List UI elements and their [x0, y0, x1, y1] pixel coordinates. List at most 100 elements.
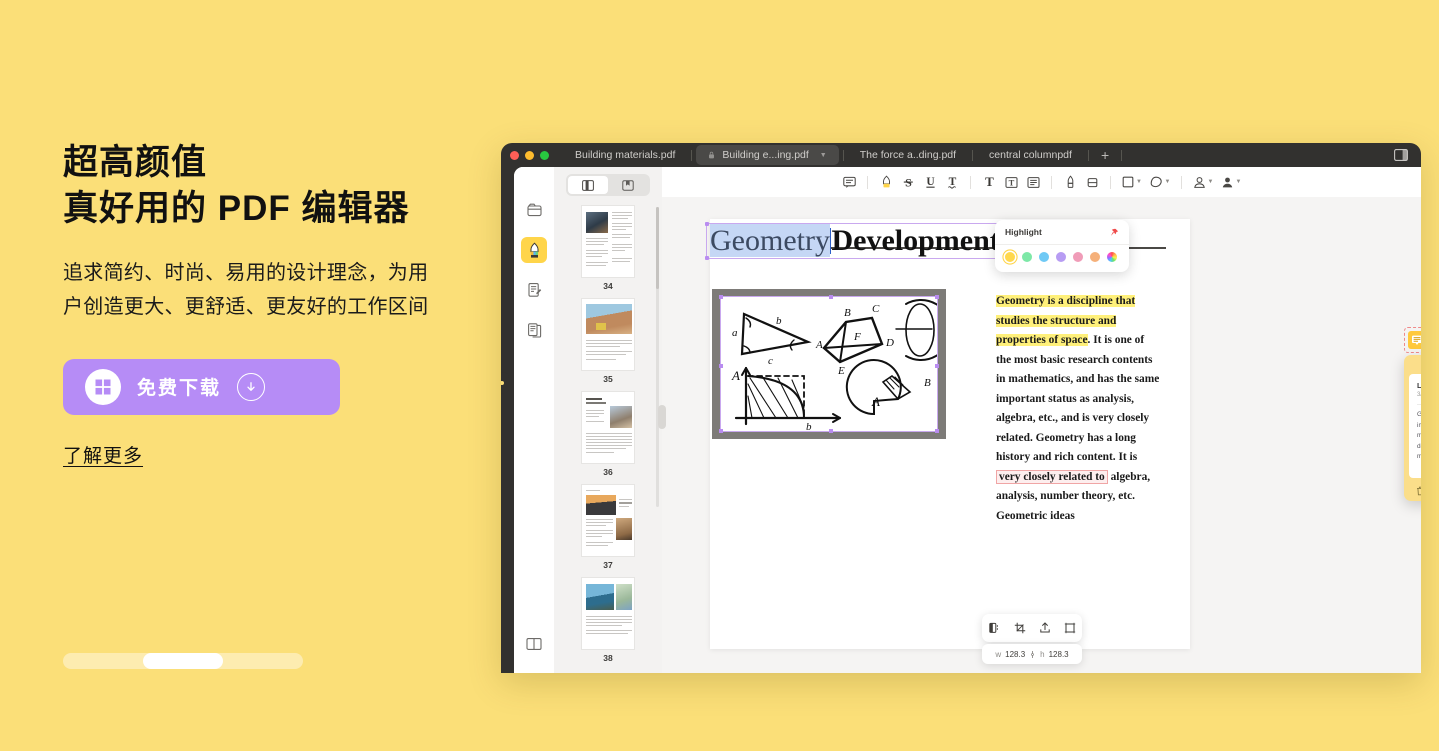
strikethrough-icon[interactable]: S — [897, 171, 919, 193]
aspect-lock-icon[interactable] — [1029, 650, 1036, 659]
window-controls[interactable] — [510, 151, 549, 160]
list-item[interactable]: 36 — [581, 391, 635, 484]
page-thumbnail[interactable] — [581, 484, 635, 557]
sidebar-item-folder[interactable] — [521, 197, 547, 223]
tab-the-force[interactable]: The force a..ding.pdf — [844, 143, 972, 167]
crop-icon[interactable] — [1010, 618, 1030, 638]
chevron-down-icon[interactable]: ▼ — [820, 152, 827, 159]
pager-dot-1[interactable] — [63, 653, 143, 669]
list-item[interactable]: 37 — [581, 484, 635, 577]
chevron-down-icon[interactable]: ▼ — [1165, 179, 1171, 185]
color-swatch-blue[interactable] — [1039, 252, 1049, 262]
delete-note-icon[interactable] — [1416, 486, 1421, 496]
page-thumbnails-view[interactable] — [568, 176, 608, 194]
scrollbar-thumb[interactable] — [656, 207, 659, 289]
page-thumbnail[interactable] — [581, 577, 635, 650]
selection-handle[interactable] — [935, 364, 939, 368]
pager-dot-3[interactable] — [223, 653, 303, 669]
thumbnail-scrollbar[interactable] — [656, 207, 659, 507]
text-tool-icon[interactable]: T — [978, 171, 1000, 193]
sidebar-right-icon[interactable] — [1394, 149, 1408, 161]
learn-more-link[interactable]: 了解更多 — [63, 441, 143, 468]
note-popup[interactable]: Note Lubiby 3/6/2022 12:26:44 Geometric … — [1404, 355, 1421, 501]
sidebar-item-pages[interactable] — [521, 317, 547, 343]
chevron-down-icon[interactable]: ▼ — [1136, 179, 1142, 185]
selection-handle[interactable] — [829, 429, 833, 433]
page-thumbnail[interactable] — [581, 391, 635, 464]
panel-resize-handle[interactable] — [658, 405, 666, 429]
page-thumbnail[interactable] — [581, 298, 635, 371]
note-box-icon[interactable] — [1022, 171, 1044, 193]
note-card[interactable]: Lubiby 3/6/2022 12:26:44 Geometric ideas… — [1409, 374, 1421, 478]
selection-handle[interactable] — [705, 222, 709, 226]
bookmarks-view[interactable] — [608, 176, 648, 194]
document-body-text[interactable]: Geometry is a discipline that studies th… — [996, 292, 1160, 526]
document-title-block[interactable]: GeometryDevelopment — [705, 222, 1005, 260]
thumbnail-list[interactable]: 34 35 36 37 38 — [554, 205, 662, 673]
image-selection-box[interactable] — [719, 295, 939, 433]
selection-handle[interactable] — [705, 255, 709, 260]
image-dimensions[interactable]: w 128.3 h 128.3 — [982, 644, 1082, 664]
new-tab-button[interactable]: + — [1089, 147, 1121, 163]
list-item[interactable]: 34 — [581, 205, 635, 298]
pen-icon[interactable] — [1059, 171, 1081, 193]
tab-central-column[interactable]: central columnpdf — [973, 143, 1088, 167]
export-image-icon[interactable] — [1035, 618, 1055, 638]
list-item[interactable]: 35 — [581, 298, 635, 391]
highlight-icon[interactable] — [875, 171, 897, 193]
eraser-icon[interactable] — [1081, 171, 1103, 193]
selection-handle[interactable] — [719, 295, 723, 299]
carousel-pager[interactable] — [63, 653, 303, 669]
text-selection-box[interactable]: GeometryDevelopment — [705, 222, 1005, 260]
selection-handle[interactable] — [935, 429, 939, 433]
sidebar-view-switch[interactable] — [566, 174, 650, 196]
panel-collapse-knob[interactable] — [501, 372, 509, 394]
selection-handle[interactable] — [935, 295, 939, 299]
minimize-window-button[interactable] — [525, 151, 534, 160]
tab-building-materials[interactable]: Building materials.pdf — [559, 143, 691, 167]
maximize-window-button[interactable] — [540, 151, 549, 160]
color-swatch-purple[interactable] — [1056, 252, 1066, 262]
color-swatch-orange[interactable] — [1090, 252, 1100, 262]
shapes-icon[interactable]: ▼ — [1118, 171, 1146, 193]
document-image-frame[interactable]: abc ABC DEF Ab AB — [712, 289, 946, 439]
color-swatch-yellow[interactable] — [1005, 252, 1015, 262]
chevron-down-icon[interactable]: ▼ — [1236, 179, 1242, 185]
close-window-button[interactable] — [510, 151, 519, 160]
tab-strip[interactable]: Building materials.pdf Building e...ing.… — [559, 143, 1123, 167]
signature-icon[interactable]: ▼ — [1217, 171, 1245, 193]
text-box-icon[interactable]: T — [1000, 171, 1022, 193]
underline-icon[interactable]: U — [919, 171, 941, 193]
tab-building-engineering[interactable]: Building e...ing.pdf ▼ — [696, 145, 839, 165]
sidebar-item-highlighter[interactable] — [521, 237, 547, 263]
list-item[interactable]: 38 — [581, 577, 635, 670]
color-swatch-pink[interactable] — [1073, 252, 1083, 262]
color-wheel-icon[interactable] — [1107, 252, 1117, 262]
sidebar-item-reader[interactable] — [521, 631, 547, 657]
annotation-toolbar[interactable]: S U T T T ▼ ▼ ▼ ▼ — [662, 167, 1421, 197]
sticky-note-icon[interactable] — [1404, 327, 1421, 353]
color-swatch-green[interactable] — [1022, 252, 1032, 262]
height-value[interactable]: 128.3 — [1049, 650, 1069, 659]
chevron-down-icon[interactable]: ▼ — [1208, 179, 1214, 185]
note-actions[interactable] — [1409, 478, 1421, 496]
squiggly-underline-icon[interactable]: T — [941, 171, 963, 193]
highlight-color-swatches[interactable] — [995, 245, 1129, 262]
geometry-diagram-image[interactable]: abc ABC DEF Ab AB — [719, 295, 939, 433]
comment-icon[interactable] — [838, 171, 860, 193]
replace-image-icon[interactable] — [985, 618, 1005, 638]
page-thumbnail[interactable] — [581, 205, 635, 278]
selection-handle[interactable] — [719, 364, 723, 368]
highlight-color-popup[interactable]: Highlight — [995, 220, 1129, 272]
image-toolbar[interactable] — [982, 614, 1082, 642]
selection-handle[interactable] — [719, 429, 723, 433]
pin-icon[interactable] — [1110, 228, 1119, 237]
free-download-button[interactable]: 免费下载 — [63, 358, 340, 415]
stamp-icon[interactable]: ▼ — [1189, 171, 1217, 193]
fit-frame-icon[interactable] — [1060, 618, 1080, 638]
width-value[interactable]: 128.3 — [1005, 650, 1025, 659]
selection-handle[interactable] — [829, 295, 833, 299]
pager-dot-2[interactable] — [143, 653, 223, 669]
freehand-shape-icon[interactable]: ▼ — [1146, 171, 1174, 193]
sidebar-item-annotate[interactable] — [521, 277, 547, 303]
